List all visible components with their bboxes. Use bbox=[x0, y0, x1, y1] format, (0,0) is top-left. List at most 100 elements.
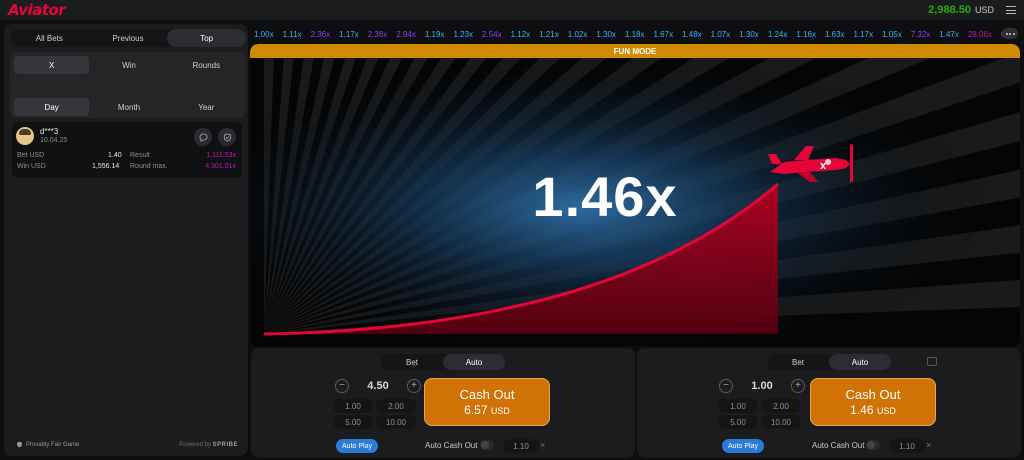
increase-bet-button[interactable]: + bbox=[790, 379, 805, 393]
history-multiplier[interactable]: 2.54x bbox=[482, 30, 502, 39]
bet-amount[interactable]: 4.50 bbox=[367, 380, 388, 392]
provably-fair-link[interactable]: Provably Fair Game bbox=[16, 441, 79, 448]
history-multiplier[interactable]: 1.18x bbox=[625, 30, 645, 39]
multiplier-history: 1.00x 1.11x 2.36x 1.17x 2.36x 2.94x 1.19x 1.23x… bbox=[254, 26, 1006, 42]
clear-icon[interactable]: × bbox=[540, 440, 545, 450]
history-multiplier[interactable]: 1.30x bbox=[739, 30, 759, 39]
cash-out-button[interactable]: Cash Out 6.57 USD bbox=[424, 378, 550, 426]
round-max-value: 4,301.01x bbox=[205, 163, 236, 170]
powered-by-text: Powered by bbox=[179, 442, 211, 448]
username: d***3 bbox=[40, 127, 59, 136]
history-multiplier[interactable]: 2.36x bbox=[311, 30, 331, 39]
balance-display: 2,988.50 USD bbox=[928, 4, 1016, 16]
more-history-icon[interactable] bbox=[1002, 28, 1018, 39]
provably-fair-text: Provably Fair Game bbox=[26, 441, 80, 448]
bet-amount[interactable]: 1.00 bbox=[751, 380, 772, 392]
cash-out-button[interactable]: Cash Out 1.46 USD bbox=[810, 378, 936, 426]
auto-cash-out-input[interactable]: 1.10 bbox=[889, 439, 925, 453]
result-value: 1,111.53x bbox=[206, 152, 236, 159]
bet-panel-1: Bet Auto − 4.50 + 1.00 2.00 5.00 10.00 C… bbox=[251, 348, 635, 458]
spribe-logo: SPRIBE bbox=[212, 442, 238, 448]
history-multiplier[interactable]: 1.17x bbox=[854, 30, 874, 39]
filter-period-row: Day Month Year bbox=[14, 98, 244, 116]
history-multiplier[interactable]: 1.07x bbox=[711, 30, 731, 39]
filter-month[interactable]: Month bbox=[91, 98, 166, 116]
multiplier-value: 1.46x bbox=[532, 165, 678, 228]
chat-bubble-icon[interactable] bbox=[194, 128, 212, 146]
bets-sidebar: All Bets Previous Top X Win Rounds Day M… bbox=[4, 24, 248, 456]
round-max-label: Round max. bbox=[130, 163, 168, 170]
history-multiplier[interactable]: 1.21x bbox=[539, 30, 559, 39]
filter-day[interactable]: Day bbox=[14, 98, 90, 116]
aviator-game-screen: Aviator 2,988.50 USD All Bets Previous T… bbox=[0, 0, 1024, 460]
history-multiplier[interactable]: 1.63x bbox=[825, 30, 845, 39]
decrease-bet-button[interactable]: − bbox=[335, 379, 349, 393]
history-multiplier[interactable]: 28.06x bbox=[968, 30, 992, 39]
filter-rounds[interactable]: Rounds bbox=[169, 56, 244, 74]
quick-bet-1[interactable]: 1.00 bbox=[333, 399, 373, 413]
tab-previous[interactable]: Previous bbox=[89, 29, 168, 47]
history-multiplier[interactable]: 1.19x bbox=[425, 30, 445, 39]
top-bar: Aviator 2,988.50 USD bbox=[0, 0, 1024, 20]
shield-icon bbox=[17, 441, 22, 448]
win-value: 1,556.14 bbox=[92, 163, 120, 170]
game-stage: FUN MODE X 1.46x bbox=[250, 44, 1020, 346]
tab-bet[interactable]: Bet bbox=[381, 354, 443, 370]
clear-icon[interactable]: × bbox=[926, 440, 931, 450]
increase-bet-button[interactable]: + bbox=[406, 379, 421, 393]
tab-auto[interactable]: Auto bbox=[829, 354, 891, 370]
history-multiplier[interactable]: 2.36x bbox=[368, 30, 388, 39]
fun-mode-banner: FUN MODE bbox=[250, 44, 1020, 58]
filter-win[interactable]: Win bbox=[91, 56, 166, 74]
auto-cash-out-toggle[interactable] bbox=[866, 440, 880, 450]
auto-play-button[interactable]: Auto Play bbox=[336, 439, 378, 453]
history-multiplier[interactable]: 1.02x bbox=[568, 30, 588, 39]
decrease-bet-button[interactable]: − bbox=[719, 379, 733, 393]
history-multiplier[interactable]: 2.94x bbox=[396, 30, 416, 39]
history-multiplier[interactable]: 1.17x bbox=[339, 30, 359, 39]
cash-out-amount: 1.46 USD bbox=[850, 403, 896, 417]
history-multiplier[interactable]: 1.16x bbox=[796, 30, 816, 39]
tab-all-bets[interactable]: All Bets bbox=[10, 29, 89, 47]
history-multiplier[interactable]: 1.11x bbox=[283, 30, 302, 39]
cash-out-currency: USD bbox=[490, 406, 510, 416]
tab-auto[interactable]: Auto bbox=[443, 354, 505, 370]
powered-by: Powered by SPRIBE bbox=[179, 442, 238, 448]
bet-panel-1-tabs: Bet Auto bbox=[381, 354, 505, 370]
auto-play-button[interactable]: Auto Play bbox=[722, 439, 764, 453]
cash-out-amount: 6.57 USD bbox=[464, 403, 510, 417]
tab-bet[interactable]: Bet bbox=[767, 354, 829, 370]
auto-cash-out-toggle[interactable] bbox=[480, 440, 494, 450]
history-multiplier[interactable]: 1.05x bbox=[882, 30, 902, 39]
bet-amount-stepper: − 4.50 + bbox=[335, 378, 421, 394]
history-multiplier[interactable]: 1.24x bbox=[768, 30, 788, 39]
quick-bet-10[interactable]: 10.00 bbox=[761, 415, 801, 429]
bet-panel-2-tabs: Bet Auto bbox=[767, 354, 891, 370]
bets-tabs: All Bets Previous Top bbox=[10, 29, 247, 47]
bet-date: 10.04.25 bbox=[40, 137, 68, 144]
history-multiplier[interactable]: 1.30x bbox=[596, 30, 616, 39]
shield-check-icon[interactable] bbox=[218, 128, 236, 146]
balance-amount: 2,988.50 bbox=[928, 4, 971, 16]
history-multiplier[interactable]: 1.23x bbox=[453, 30, 473, 39]
history-multiplier[interactable]: 7.32x bbox=[911, 30, 931, 39]
quick-bet-2[interactable]: 2.00 bbox=[761, 399, 801, 413]
cash-out-value: 1.46 bbox=[850, 403, 874, 417]
history-multiplier[interactable]: 1.47x bbox=[939, 30, 959, 39]
quick-bet-1[interactable]: 1.00 bbox=[718, 399, 758, 413]
quick-bet-10[interactable]: 10.00 bbox=[376, 415, 416, 429]
hamburger-menu-icon[interactable] bbox=[1006, 6, 1016, 14]
history-multiplier[interactable]: 1.00x bbox=[254, 30, 274, 39]
quick-bet-2[interactable]: 2.00 bbox=[376, 399, 416, 413]
auto-cash-out-input[interactable]: 1.10 bbox=[503, 439, 539, 453]
filter-x[interactable]: X bbox=[14, 56, 90, 74]
quick-bet-5[interactable]: 5.00 bbox=[333, 415, 373, 429]
history-multiplier[interactable]: 1.48x bbox=[682, 30, 702, 39]
history-multiplier[interactable]: 1.12x bbox=[511, 30, 531, 39]
current-multiplier: 1.46x bbox=[250, 164, 1020, 229]
quick-bet-5[interactable]: 5.00 bbox=[718, 415, 758, 429]
history-multiplier[interactable]: 1.67x bbox=[654, 30, 674, 39]
remove-panel-icon[interactable] bbox=[927, 357, 937, 366]
filter-year[interactable]: Year bbox=[169, 98, 244, 116]
tab-top[interactable]: Top bbox=[167, 29, 247, 47]
